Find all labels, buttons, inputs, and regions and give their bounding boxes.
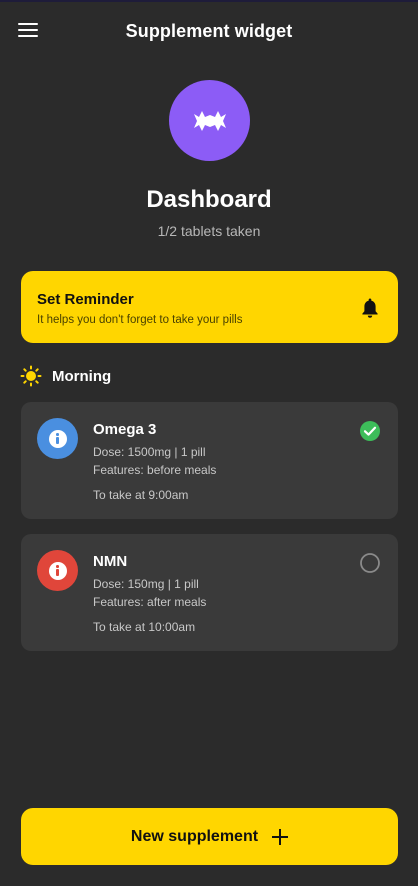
new-supplement-label: New supplement xyxy=(130,827,259,845)
supplement-name: Omega 3 xyxy=(93,421,157,438)
app-bar: Supplement widget xyxy=(0,2,418,60)
supplement-name: NMN xyxy=(93,553,128,570)
supplement-dose: Dose: 1500mg | 1 pill xyxy=(93,445,206,459)
plus-icon xyxy=(272,828,289,845)
supplement-features: Features: after meals xyxy=(93,595,207,609)
supplement-card-nmn[interactable]: NMN Dose: 150mg | 1 pill Features: after… xyxy=(21,534,398,651)
app-title: Supplement widget xyxy=(125,20,293,41)
empty-circle-icon[interactable] xyxy=(359,552,381,574)
reminder-title: Set Reminder xyxy=(37,291,134,308)
supplement-features: Features: before meals xyxy=(93,463,217,477)
sun-icon xyxy=(20,365,42,387)
section-header-morning: Morning xyxy=(20,365,111,387)
reminder-description: It helps you don't forget to take your p… xyxy=(37,314,243,326)
info-icon[interactable] xyxy=(37,550,78,591)
page-title: Dashboard xyxy=(146,186,272,213)
section-title: Morning xyxy=(52,367,112,385)
supplement-time: To take at 10:00am xyxy=(93,620,196,634)
set-reminder-banner[interactable]: Set Reminder It helps you don't forget t… xyxy=(21,271,398,343)
eye-mask-icon xyxy=(193,110,226,131)
info-icon[interactable] xyxy=(37,418,78,459)
avatar xyxy=(169,80,250,161)
check-circle-icon[interactable] xyxy=(359,420,381,442)
supplement-card-omega-3[interactable]: Omega 3 Dose: 1500mg | 1 pill Features: … xyxy=(21,402,398,519)
new-supplement-button[interactable]: New supplement xyxy=(21,808,398,865)
supplement-time: To take at 9:00am xyxy=(93,488,189,502)
hamburger-menu-icon[interactable] xyxy=(18,23,38,39)
bell-icon[interactable] xyxy=(360,297,380,319)
app-screen: Supplement widget Dashboard 1/2 tablets … xyxy=(0,0,418,886)
tablets-progress-text: 1/2 tablets taken xyxy=(157,223,261,239)
supplement-dose: Dose: 150mg | 1 pill xyxy=(93,577,199,591)
